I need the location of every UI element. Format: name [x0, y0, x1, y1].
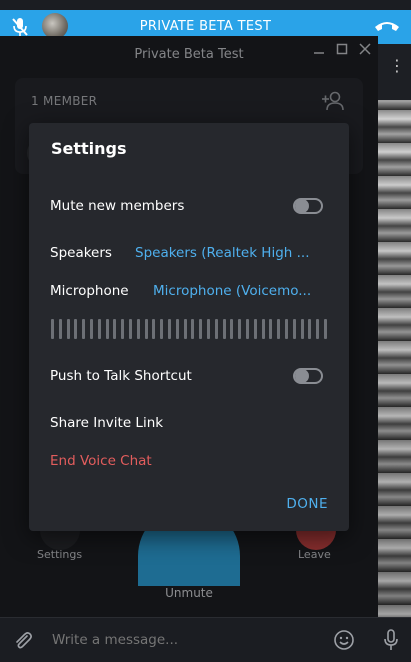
toggle-knob: [295, 369, 309, 383]
mute-new-members-label: Mute new members: [50, 198, 185, 214]
hang-up-icon[interactable]: [373, 18, 401, 36]
message-input[interactable]: [52, 632, 312, 648]
push-to-talk-label: Push to Talk Shortcut: [50, 368, 192, 384]
mic-level-meter: [51, 319, 327, 339]
share-invite-link[interactable]: Share Invite Link: [50, 415, 163, 431]
message-bar: [0, 617, 411, 662]
microphone-label: Microphone: [50, 283, 129, 299]
speakers-select[interactable]: Speakers (Realtek High ...: [135, 245, 310, 261]
toggle-knob: [295, 199, 309, 213]
voice-message-mic-icon[interactable]: [382, 628, 400, 652]
emoji-icon[interactable]: [333, 629, 355, 651]
more-options-icon[interactable]: ⋮: [389, 58, 405, 83]
push-to-talk-toggle[interactable]: [293, 368, 323, 384]
chat-background-photo: [378, 44, 411, 624]
microphone-select[interactable]: Microphone (Voicemo...: [153, 283, 311, 299]
mute-new-members-toggle[interactable]: [293, 198, 323, 214]
done-button[interactable]: DONE: [286, 496, 328, 512]
end-voice-chat-link[interactable]: End Voice Chat: [50, 453, 152, 469]
attach-icon[interactable]: [12, 630, 34, 652]
speakers-label: Speakers: [50, 245, 112, 261]
dialog-title: Settings: [51, 139, 127, 158]
settings-dialog: Settings Mute new members Speakers Speak…: [29, 123, 349, 531]
call-bar-title: PRIVATE BETA TEST: [139, 19, 272, 34]
